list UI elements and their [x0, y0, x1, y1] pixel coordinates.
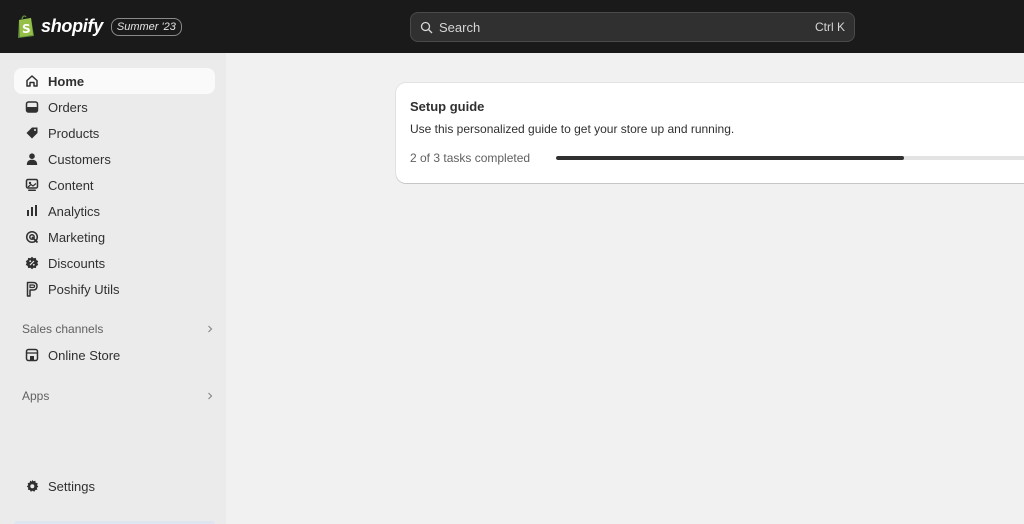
sidebar-item-online-store[interactable]: Online Store — [14, 342, 215, 368]
sidebar-item-poshify-utils[interactable]: Poshify Utils — [14, 276, 215, 302]
sidebar-item-marketing[interactable]: Marketing — [14, 224, 215, 250]
sidebar-item-customers[interactable]: Customers — [14, 146, 215, 172]
store-icon — [24, 348, 39, 363]
sidebar-item-settings[interactable]: Settings — [14, 473, 215, 499]
apps-header[interactable]: Apps — [22, 386, 215, 406]
sales-channels-label: Sales channels — [22, 322, 104, 336]
chevron-right-icon — [208, 392, 213, 400]
setup-progress-fill — [556, 156, 904, 160]
gear-icon — [24, 479, 39, 494]
search-placeholder: Search — [439, 19, 481, 35]
edition-badge[interactable]: Summer '23 — [110, 17, 182, 36]
tag-icon — [24, 126, 39, 141]
setup-progress-text: 2 of 3 tasks completed — [410, 151, 531, 165]
shopify-logo[interactable]: S shopify Summer '23 — [16, 14, 182, 39]
setup-progress-bar — [556, 156, 1024, 160]
bar-chart-icon — [24, 204, 39, 219]
person-icon — [24, 152, 39, 167]
apps-label: Apps — [22, 389, 50, 403]
search-icon — [420, 21, 433, 33]
content-icon — [24, 178, 39, 193]
setup-guide-card: Setup guide Use this personalized guide … — [396, 83, 1024, 183]
sidebar-item-discounts[interactable]: Discounts — [14, 250, 215, 276]
chevron-right-icon — [208, 325, 213, 333]
sidebar-item-label: Marketing — [48, 229, 106, 245]
setup-guide-description: Use this personalized guide to get your … — [410, 122, 735, 136]
discount-icon — [24, 256, 39, 271]
sidebar-item-orders[interactable]: Orders — [14, 94, 215, 120]
sales-channels-header[interactable]: Sales channels — [22, 319, 215, 339]
sidebar-item-label: Analytics — [48, 203, 101, 219]
sidebar-item-label: Poshify Utils — [48, 281, 120, 297]
sidebar: Home Orders Products Customers Content A… — [0, 53, 226, 524]
sidebar-item-label: Customers — [48, 151, 111, 167]
poshify-p-icon — [24, 281, 39, 297]
sidebar-item-products[interactable]: Products — [14, 120, 215, 146]
sidebar-item-label: Content — [48, 177, 94, 193]
top-bar: S shopify Summer '23 Search Ctrl K — [0, 0, 1024, 53]
setup-guide-title: Setup guide — [410, 99, 485, 114]
sidebar-item-label: Products — [48, 125, 100, 141]
sidebar-item-analytics[interactable]: Analytics — [14, 198, 215, 224]
sidebar-item-label: Settings — [48, 478, 95, 494]
sidebar-item-content[interactable]: Content — [14, 172, 215, 198]
sidebar-item-label: Home — [48, 73, 85, 89]
sidebar-item-home[interactable]: Home — [14, 68, 215, 94]
sidebar-item-label: Online Store — [48, 347, 121, 363]
orders-icon — [24, 100, 39, 115]
search-shortcut: Ctrl K — [815, 20, 845, 34]
target-icon — [24, 230, 39, 245]
home-icon — [24, 74, 39, 89]
sidebar-item-label: Orders — [48, 99, 88, 115]
shopify-bag-icon: S — [18, 15, 34, 38]
sidebar-item-label: Discounts — [48, 255, 106, 271]
svg-text:S: S — [22, 22, 31, 36]
brand-name: shopify — [41, 16, 103, 36]
search-bar[interactable]: Search Ctrl K — [410, 12, 855, 42]
